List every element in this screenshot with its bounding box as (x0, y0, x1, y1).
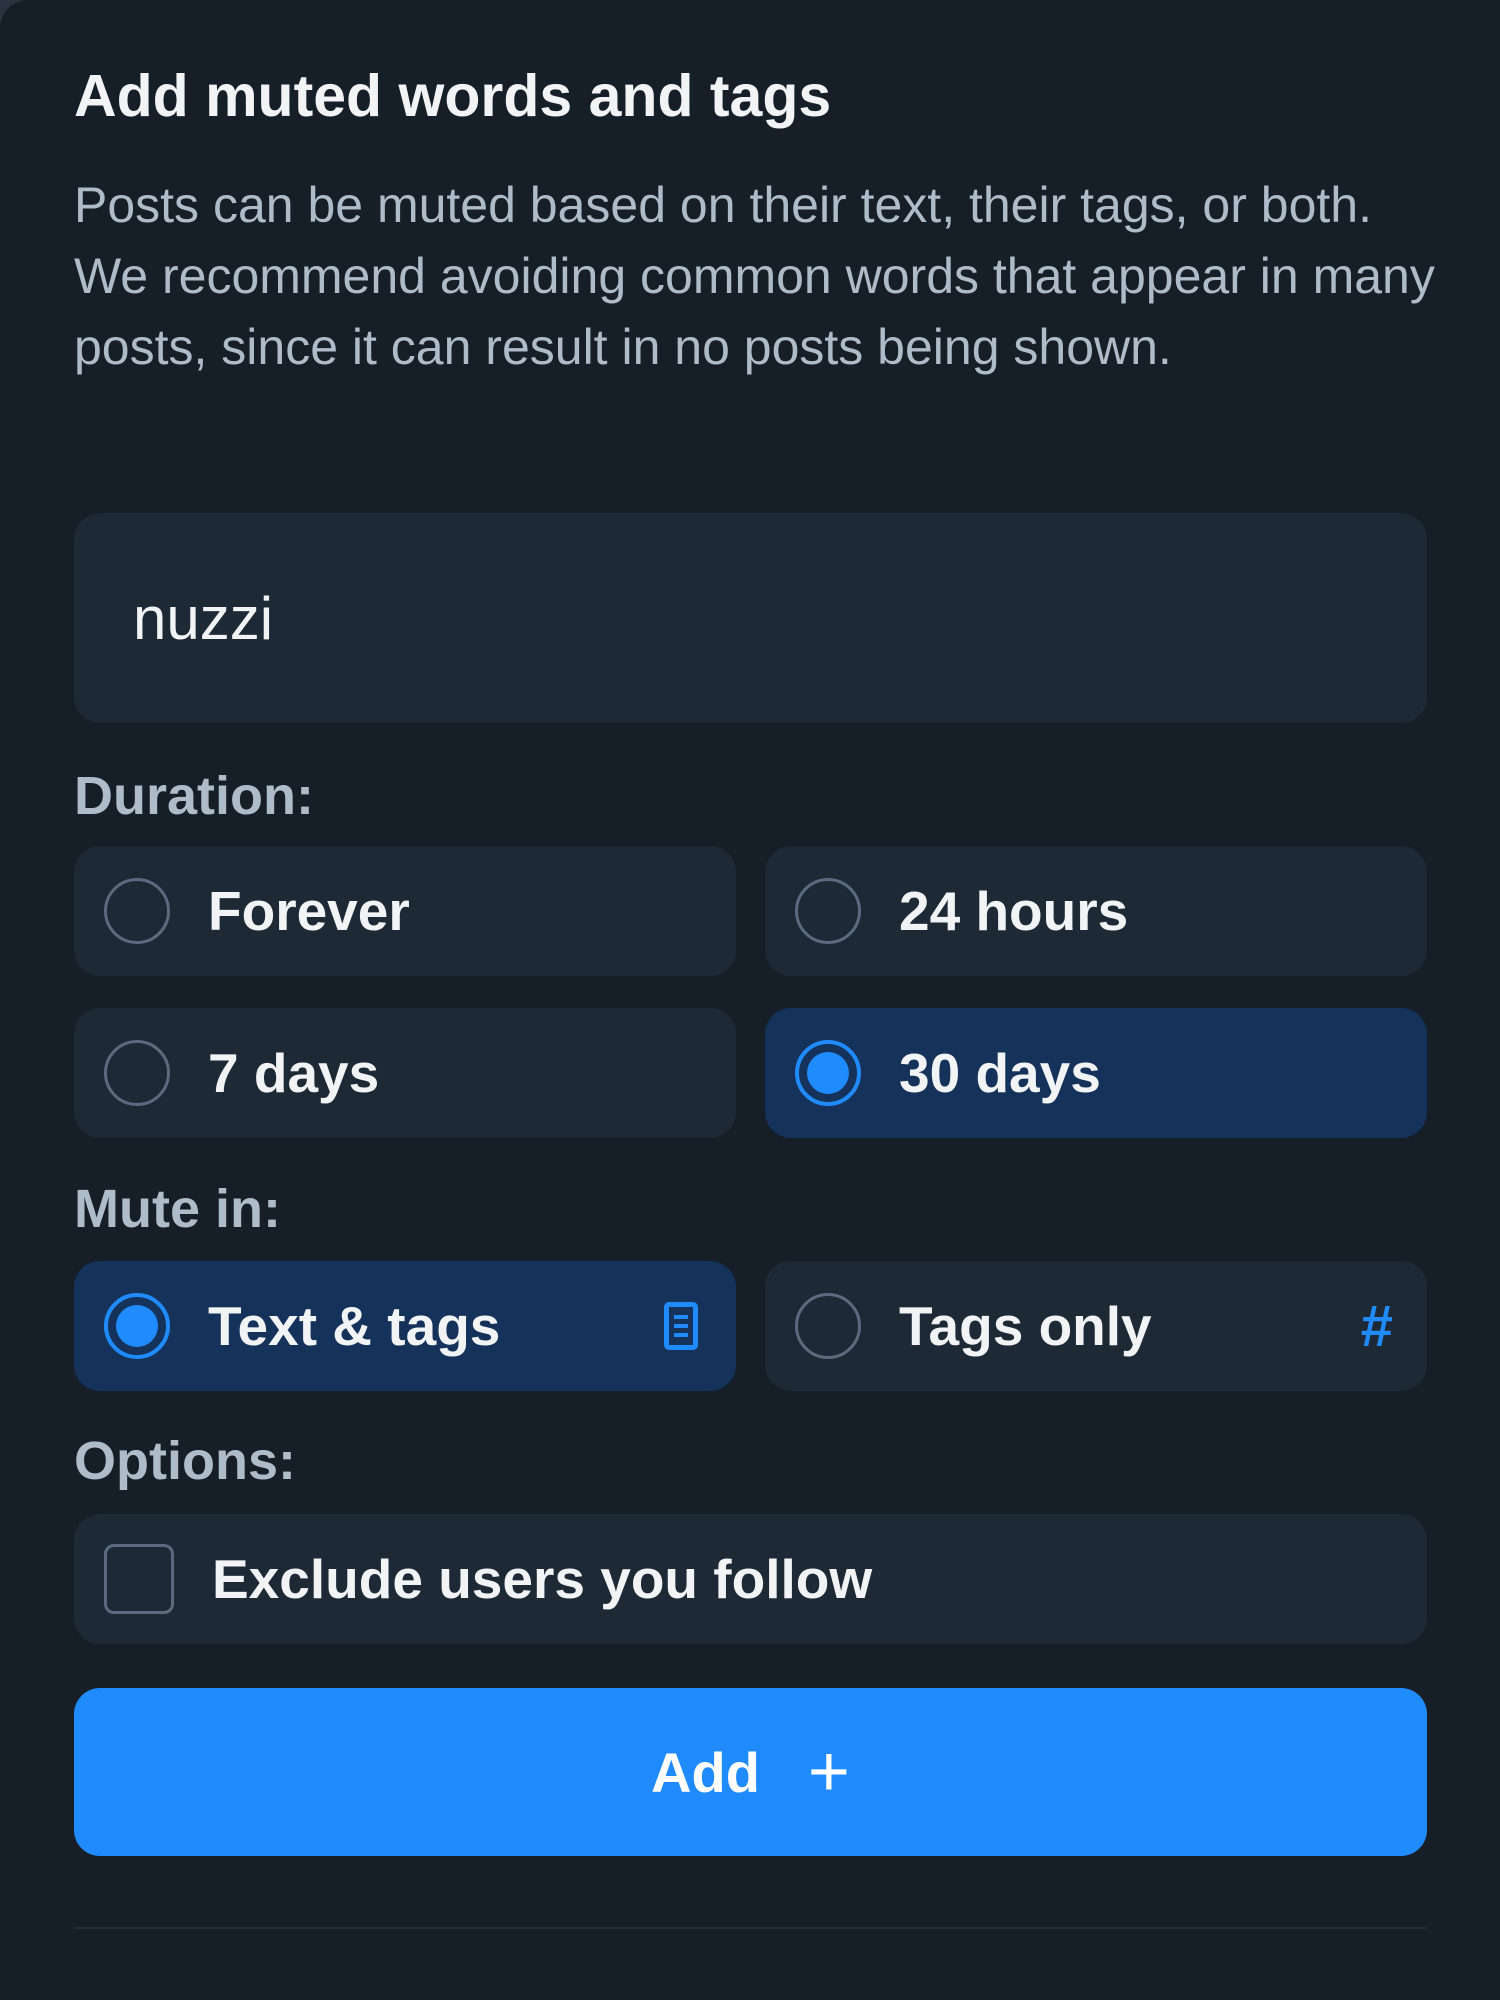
add-button[interactable]: Add + (74, 1688, 1427, 1856)
option-label: 24 hours (899, 880, 1129, 942)
option-label: Forever (208, 880, 410, 942)
dialog-title: Add muted words and tags (74, 63, 832, 129)
exclude-following-checkbox-row[interactable]: Exclude users you follow (74, 1514, 1427, 1644)
option-label: Text & tags (208, 1295, 501, 1357)
mute-in-label: Mute in: (74, 1179, 281, 1239)
muted-word-input[interactable]: nuzzi (74, 513, 1427, 723)
radio-icon (104, 878, 170, 944)
divider (74, 1927, 1427, 1929)
radio-selected-icon (795, 1040, 861, 1106)
duration-option-forever[interactable]: Forever (74, 846, 736, 976)
plus-icon: + (807, 1732, 850, 1812)
radio-icon (795, 1293, 861, 1359)
mute-in-option-tags-only[interactable]: Tags only # (765, 1261, 1427, 1391)
radio-selected-icon (104, 1293, 170, 1359)
add-button-label: Add (651, 1740, 760, 1804)
radio-icon (795, 878, 861, 944)
option-label: 7 days (208, 1042, 380, 1104)
duration-option-7-days[interactable]: 7 days (74, 1008, 736, 1138)
checkbox-icon[interactable] (104, 1544, 174, 1614)
options-label: Options: (74, 1431, 296, 1491)
duration-label: Duration: (74, 766, 314, 826)
hashtag-icon: # (1360, 1293, 1393, 1359)
mute-in-option-text-tags[interactable]: Text & tags (74, 1261, 736, 1391)
duration-option-30-days[interactable]: 30 days (765, 1008, 1427, 1138)
checkbox-label: Exclude users you follow (212, 1548, 873, 1610)
radio-icon (104, 1040, 170, 1106)
document-icon (664, 1302, 698, 1350)
dialog-description: Posts can be muted based on their text, … (74, 177, 1435, 375)
option-label: 30 days (899, 1042, 1101, 1104)
mute-words-sheet: Add muted words and tags Posts can be mu… (0, 0, 1500, 2000)
option-label: Tags only (899, 1295, 1152, 1357)
duration-option-24-hours[interactable]: 24 hours (765, 846, 1427, 976)
